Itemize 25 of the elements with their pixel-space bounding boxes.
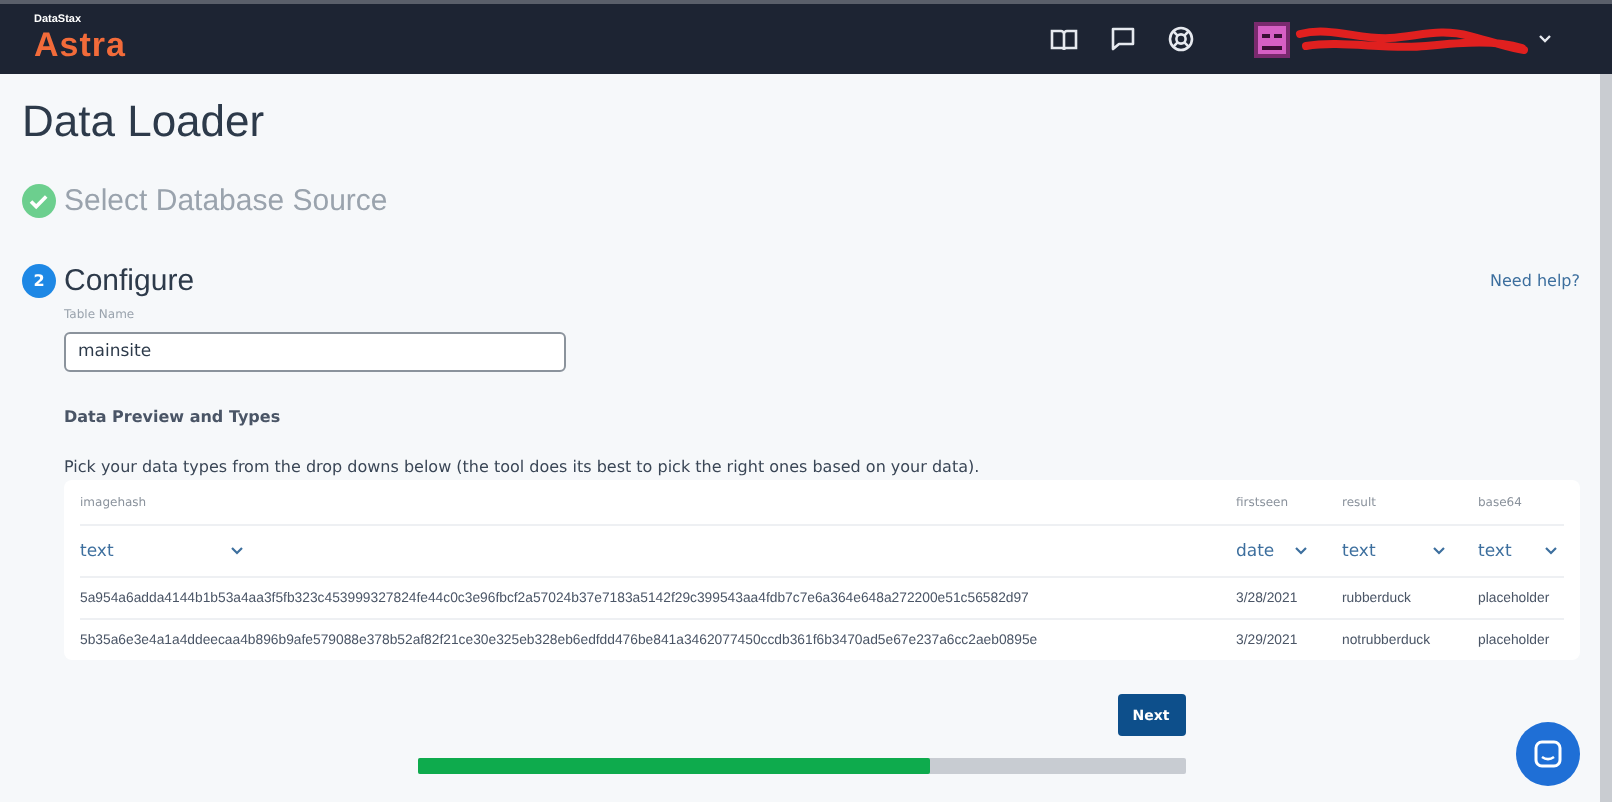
brand-logo[interactable]: Astra: [34, 27, 126, 62]
chevron-down-icon: [1294, 546, 1308, 556]
chat-button[interactable]: [1516, 722, 1580, 786]
section-description: Pick your data types from the drop downs below (the tool does its best to pick the right ones based on your data).: [64, 458, 980, 476]
step-title: Select Database Source: [64, 183, 388, 217]
chevron-down-icon: [230, 546, 244, 556]
scrollbar[interactable]: [1600, 74, 1612, 802]
section-heading: Data Preview and Types: [64, 408, 281, 426]
type-dropdown[interactable]: text: [80, 541, 252, 561]
type-dropdown[interactable]: text: [1342, 541, 1454, 561]
help-link[interactable]: Need help?: [1490, 271, 1580, 289]
chat-icon: [1534, 740, 1562, 768]
chevron-down-icon: [1432, 546, 1446, 556]
avatar-icon[interactable]: [1254, 21, 1290, 57]
chevron-down-icon[interactable]: [1538, 34, 1552, 44]
page-title: Data Loader: [22, 96, 267, 148]
book-icon[interactable]: [1050, 27, 1078, 51]
lifebuoy-icon[interactable]: [1168, 26, 1194, 52]
step-number-badge: 2: [22, 263, 56, 297]
chevron-down-icon: [1544, 546, 1558, 556]
type-dropdown[interactable]: date: [1236, 541, 1316, 561]
step-title: Configure: [64, 263, 195, 297]
chat-icon[interactable]: [1110, 26, 1136, 52]
type-dropdown[interactable]: text: [1478, 541, 1566, 561]
table-name-input[interactable]: mainsite: [64, 332, 566, 372]
